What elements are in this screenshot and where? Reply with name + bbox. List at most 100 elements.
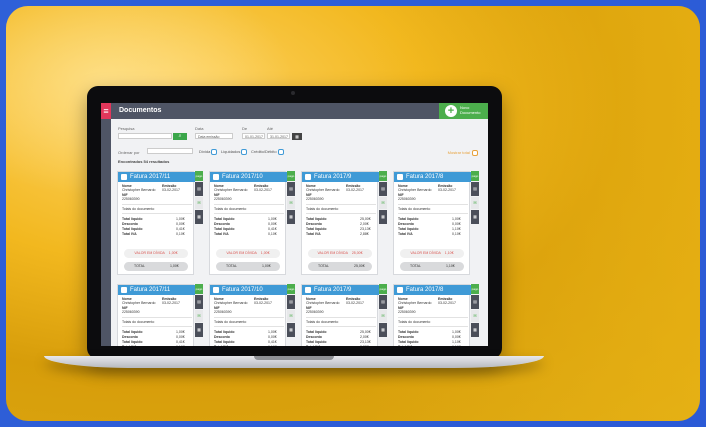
document-card[interactable]: Fatura 2017/11 Nome Christopher Bernardo… [117, 284, 203, 346]
search-input[interactable] [118, 133, 172, 139]
desconto-label: Desconto [306, 335, 322, 339]
credito-checkbox[interactable]: Crédito/Débito [251, 149, 284, 155]
total-liquido-label: Total líquido [214, 330, 235, 334]
total-liquido-value: 1,00€ [176, 330, 185, 334]
pdf-icon[interactable]: ▦ [471, 210, 479, 224]
divider [214, 213, 284, 214]
desconto-value: 2,00€ [360, 335, 369, 339]
valor-divida-pill: VALOR EM DÍVIDA 1,00€ [124, 249, 188, 258]
document-icon [305, 174, 311, 180]
total-pill: TOTAL 1,10€ [400, 262, 464, 271]
email-icon[interactable]: ✉ [471, 197, 479, 209]
card-title: Fatura 2017/11 [130, 174, 171, 180]
document-card[interactable]: Fatura 2017/8 Nome Christopher Bernardo … [393, 284, 479, 346]
divider [122, 326, 192, 327]
order-select[interactable] [147, 148, 193, 154]
top-bar: ≡ Documentos + Novo Documento [101, 103, 488, 121]
card-header[interactable]: Fatura 2017/8 [394, 172, 471, 182]
total-liquido-value-2: 23,13€ [360, 227, 371, 231]
document-card[interactable]: Fatura 2017/10 Nome Christopher Bernardo… [209, 284, 295, 346]
print-icon[interactable]: ▤ [379, 182, 387, 196]
divider [398, 326, 468, 327]
document-card[interactable]: Fatura 2017/10 Nome Christopher Bernardo… [209, 171, 295, 275]
total-liquido-value: 1,00€ [176, 217, 185, 221]
nif-value: 225060390 [306, 310, 324, 314]
emissao-value: 03-02-2017 [438, 301, 456, 305]
email-icon[interactable]: ✉ [195, 197, 203, 209]
document-card[interactable]: Fatura 2017/8 Nome Christopher Bernardo … [393, 171, 479, 275]
total-label: TOTAL [134, 264, 145, 268]
card-header[interactable]: Fatura 2017/8 [394, 285, 471, 295]
credito-label: Crédito/Débito [251, 149, 277, 155]
total-liquido-label-2: Total líquido [214, 227, 235, 231]
paid-badge: pago [287, 171, 295, 181]
from-date-input[interactable]: 01-01-2017 [242, 133, 265, 139]
to-date-input[interactable]: 31-01-2017 [267, 133, 290, 139]
nome-value: Christopher Bernardo [122, 188, 156, 192]
calendar-icon[interactable]: ▦ [292, 133, 302, 140]
card-actions: pago ▤ ✉ ▦ [471, 284, 479, 346]
card-actions: pago ▤ ✉ ▦ [195, 284, 203, 346]
divider [214, 326, 284, 327]
print-icon[interactable]: ▤ [471, 295, 479, 309]
card-title: Fatura 2017/9 [314, 174, 352, 180]
total-pill: TOTAL 25,00€ [308, 262, 372, 271]
email-icon[interactable]: ✉ [379, 310, 387, 322]
desconto-value: 0,00€ [268, 222, 277, 226]
card-header[interactable]: Fatura 2017/10 [210, 172, 287, 182]
pdf-icon[interactable]: ▦ [195, 210, 203, 224]
print-icon[interactable]: ▤ [287, 182, 295, 196]
email-icon[interactable]: ✉ [471, 310, 479, 322]
email-icon[interactable]: ✉ [287, 197, 295, 209]
card-header[interactable]: Fatura 2017/11 [118, 285, 195, 295]
totals-heading: Totais do documento [306, 320, 339, 324]
pdf-icon[interactable]: ▦ [287, 210, 295, 224]
card-body: Fatura 2017/8 Nome Christopher Bernardo … [393, 171, 471, 275]
print-icon[interactable]: ▤ [195, 182, 203, 196]
hamburger-menu-icon[interactable]: ≡ [101, 103, 111, 119]
pdf-icon[interactable]: ▦ [379, 323, 387, 337]
card-header[interactable]: Fatura 2017/11 [118, 172, 195, 182]
valor-divida-pill: VALOR EM DÍVIDA 1,00€ [216, 249, 280, 258]
card-title: Fatura 2017/8 [406, 287, 444, 293]
print-icon[interactable]: ▤ [195, 295, 203, 309]
paid-badge: pago [471, 284, 479, 294]
print-icon[interactable]: ▤ [471, 182, 479, 196]
document-card[interactable]: Fatura 2017/9 Nome Christopher Bernardo … [301, 284, 387, 346]
valor-divida-pill: VALOR EM DÍVIDA 1,10€ [400, 249, 464, 258]
sidebar [101, 119, 111, 346]
date-type-select[interactable]: Data emissão [195, 133, 233, 139]
card-header[interactable]: Fatura 2017/9 [302, 285, 379, 295]
desconto-value: 0,00€ [176, 335, 185, 339]
print-icon[interactable]: ▤ [287, 295, 295, 309]
card-header[interactable]: Fatura 2017/10 [210, 285, 287, 295]
total-liquido-value: 1,00€ [452, 217, 461, 221]
desconto-label: Desconto [398, 335, 414, 339]
divider [398, 317, 468, 318]
nif-value: 225060390 [306, 197, 324, 201]
card-header[interactable]: Fatura 2017/9 [302, 172, 379, 182]
search-button[interactable]: ⌕ [173, 133, 187, 140]
total-iva-label: Total IVA [306, 345, 321, 346]
pdf-icon[interactable]: ▦ [287, 323, 295, 337]
email-icon[interactable]: ✉ [195, 310, 203, 322]
email-icon[interactable]: ✉ [287, 310, 295, 322]
totals-heading: Totais do documento [122, 320, 155, 324]
pdf-icon[interactable]: ▦ [379, 210, 387, 224]
total-iva-label: Total IVA [398, 232, 413, 236]
email-icon[interactable]: ✉ [379, 197, 387, 209]
pdf-icon[interactable]: ▦ [471, 323, 479, 337]
desconto-label: Desconto [214, 335, 230, 339]
pdf-icon[interactable]: ▦ [195, 323, 203, 337]
print-icon[interactable]: ▤ [379, 295, 387, 309]
divida-checkbox[interactable]: Dívida [199, 149, 218, 155]
total-liquido-label: Total líquido [398, 330, 419, 334]
document-card[interactable]: Fatura 2017/11 Nome Christopher Bernardo… [117, 171, 203, 275]
total-pill: TOTAL 1,00€ [216, 262, 280, 271]
liquidados-checkbox[interactable]: Liquidados [221, 149, 248, 155]
show-total-toggle[interactable]: Mostrar total [448, 150, 478, 156]
document-card[interactable]: Fatura 2017/9 Nome Christopher Bernardo … [301, 171, 387, 275]
emissao-value: 03-02-2017 [438, 188, 456, 192]
card-title: Fatura 2017/8 [406, 174, 444, 180]
card-title: Fatura 2017/10 [222, 174, 263, 180]
